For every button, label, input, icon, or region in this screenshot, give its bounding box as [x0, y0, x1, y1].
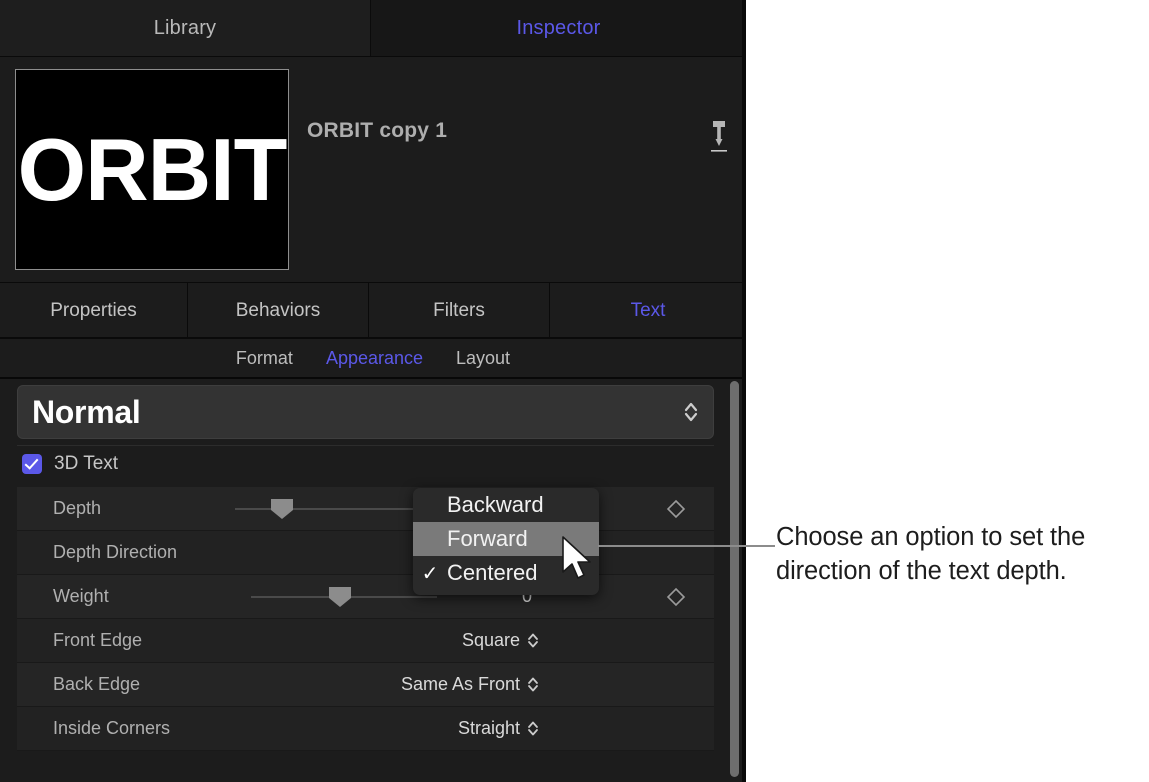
sub-tab-bar: Format Appearance Layout	[0, 340, 746, 377]
row-back-edge-label: Back Edge	[53, 674, 141, 694]
menu-item-centered-label: Centered	[447, 560, 538, 585]
back-edge-popup[interactable]: Same As Front	[401, 674, 539, 695]
tab-filters[interactable]: Filters	[369, 283, 550, 338]
depth-slider-track	[235, 508, 435, 510]
tab-properties[interactable]: Properties	[0, 283, 188, 338]
front-edge-value: Square	[461, 630, 520, 650]
menu-item-backward-label: Backward	[447, 492, 544, 517]
weight-slider[interactable]	[251, 575, 437, 619]
window-tab-inspector[interactable]: Inspector	[371, 0, 746, 57]
row-depth-direction[interactable]: Depth Direction	[17, 531, 714, 575]
page-title: ORBIT copy 1	[307, 119, 448, 142]
parameter-scroll-area: Normal 3D Text Depth Depth Direction Wei…	[0, 379, 746, 782]
depth-keyframe-icon[interactable]	[666, 499, 686, 519]
window-tab-library[interactable]: Library	[0, 0, 371, 57]
row-front-edge[interactable]: Front Edge Square	[17, 619, 714, 663]
window-tab-bar: Library Inspector	[0, 0, 746, 57]
callout-leader-line	[598, 545, 775, 547]
row-depth-label: Depth	[53, 498, 102, 518]
text-style-popup-value: Normal	[32, 393, 141, 430]
subtab-format[interactable]: Format	[236, 348, 293, 369]
subtab-layout[interactable]: Layout	[456, 348, 510, 369]
menu-item-backward[interactable]: Backward	[413, 488, 599, 522]
tab-behaviors[interactable]: Behaviors	[188, 283, 369, 338]
inside-corners-popup[interactable]: Straight	[458, 718, 539, 739]
row-back-edge[interactable]: Back Edge Same As Front	[17, 663, 714, 707]
object-thumbnail[interactable]: ORBIT	[15, 69, 289, 270]
panel-right-edge	[742, 0, 746, 782]
popup-divider	[17, 445, 714, 446]
inspector-panel: Library Inspector ORBIT ORBIT copy 1 Pro…	[0, 0, 746, 782]
row-weight[interactable]: Weight 0	[17, 575, 714, 619]
stepper-chevrons-icon[interactable]	[683, 399, 699, 425]
tab-filters-label: Filters	[433, 299, 485, 321]
window-tab-library-label: Library	[153, 17, 217, 39]
row-weight-label: Weight	[53, 586, 109, 606]
tab-text-label: Text	[630, 299, 666, 321]
row-depth[interactable]: Depth	[17, 487, 714, 531]
front-edge-popup[interactable]: Square	[462, 630, 539, 651]
three-d-text-checkbox[interactable]	[22, 454, 42, 474]
vertical-scrollbar[interactable]	[730, 381, 739, 777]
depth-slider-knob[interactable]	[271, 499, 293, 519]
row-inside-corners-label: Inside Corners	[53, 718, 171, 738]
parameter-rows: Depth Depth Direction Weight 0 Front Edg…	[17, 487, 714, 751]
three-d-text-row[interactable]: 3D Text	[0, 447, 746, 481]
checkmark-icon: ✓	[421, 562, 439, 585]
depth-slider[interactable]	[235, 487, 435, 531]
row-inside-corners[interactable]: Inside Corners Straight	[17, 707, 714, 751]
three-d-text-label: 3D Text	[54, 453, 119, 474]
inspector-header: ORBIT ORBIT copy 1	[0, 57, 746, 283]
weight-slider-knob[interactable]	[329, 587, 351, 607]
screenshot-root: Library Inspector ORBIT ORBIT copy 1 Pro…	[0, 0, 1149, 782]
front-edge-stepper-chevrons-icon[interactable]	[527, 631, 539, 650]
tab-properties-label: Properties	[50, 299, 137, 321]
mouse-cursor-icon	[561, 536, 597, 586]
thumbnail-text: ORBIT	[17, 119, 288, 219]
subtab-appearance[interactable]: Appearance	[326, 348, 423, 369]
tab-text[interactable]: Text	[550, 283, 746, 338]
category-tab-divider	[0, 337, 746, 339]
category-tab-bar: Properties Behaviors Filters Text	[0, 283, 746, 338]
text-style-popup[interactable]: Normal	[17, 385, 714, 439]
inside-corners-value: Straight	[457, 718, 520, 738]
tab-behaviors-label: Behaviors	[235, 299, 321, 321]
row-front-edge-label: Front Edge	[53, 630, 143, 650]
text-style-popup-row: Normal	[17, 385, 714, 439]
callout-text: Choose an option to set the direction of…	[776, 523, 1086, 585]
window-tab-inspector-label: Inspector	[516, 17, 601, 39]
menu-item-forward-label: Forward	[447, 526, 528, 551]
weight-keyframe-icon[interactable]	[666, 587, 686, 607]
back-edge-value: Same As Front	[400, 674, 520, 694]
pin-icon[interactable]	[706, 119, 732, 155]
row-depth-direction-label: Depth Direction	[53, 542, 178, 562]
inside-corners-stepper-chevrons-icon[interactable]	[527, 719, 539, 738]
back-edge-stepper-chevrons-icon[interactable]	[527, 675, 539, 694]
